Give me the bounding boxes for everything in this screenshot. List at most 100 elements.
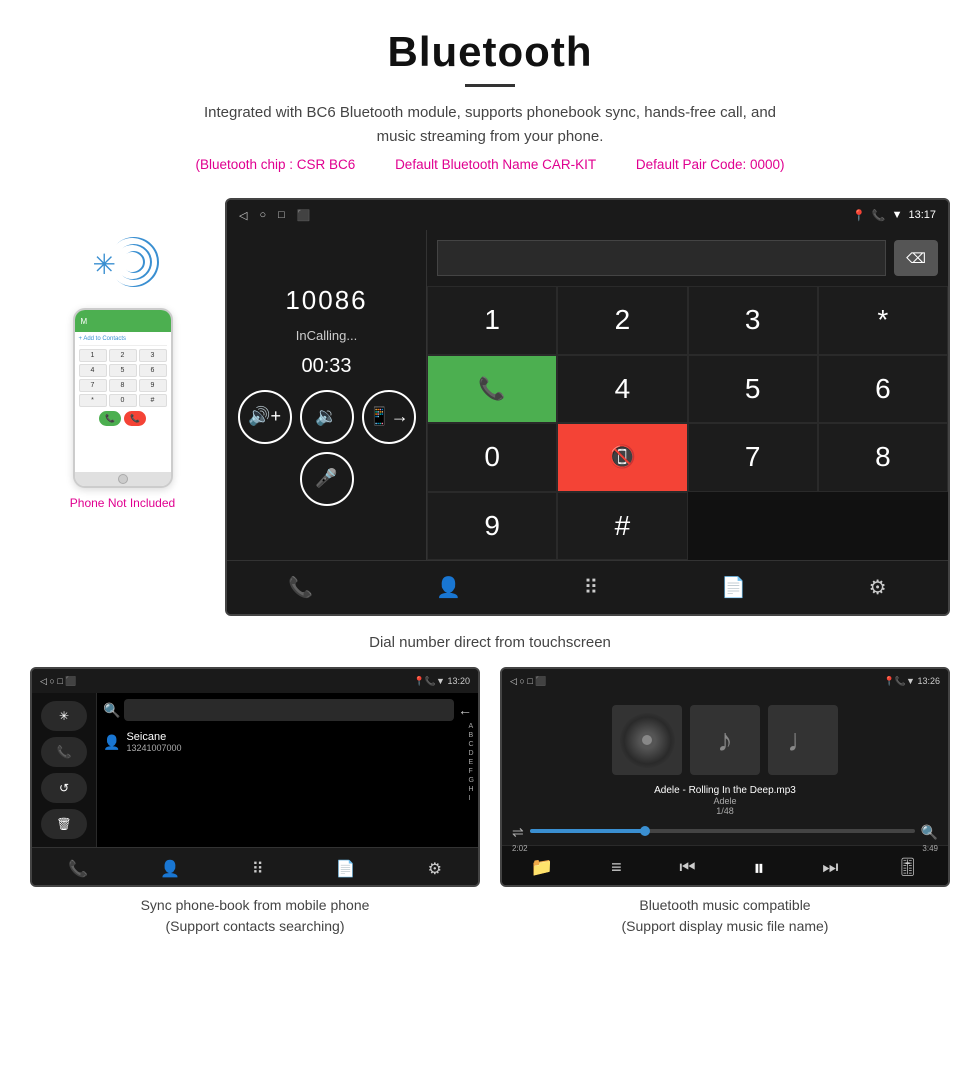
- music-total-time: 3:49: [922, 844, 938, 853]
- phone-add-contact: + Add to Contacts: [79, 336, 167, 346]
- mute-button[interactable]: 🎤: [300, 452, 354, 506]
- bottom-sms-icon[interactable]: 📄: [721, 575, 746, 600]
- music-info: Adele - Rolling In the Deep.mp3 Adele 1/…: [502, 781, 948, 820]
- pb-contact-name: Seicane: [126, 731, 181, 743]
- header-specs: (Bluetooth chip : CSR BC6 Default Blueto…: [40, 157, 940, 172]
- music-playlist-icon[interactable]: ≡: [611, 857, 622, 878]
- call-button[interactable]: 📞: [427, 355, 557, 424]
- phone-key-1: 1: [79, 349, 107, 362]
- music-status-bar: ◁ ○ □ ⬛ 📍📞▼ 13:26: [502, 669, 948, 693]
- music-shuffle-search-row: ⇌ 🔍: [512, 824, 938, 841]
- car-dial-area: 10086 InCalling... 00:33 🔊+ 🔉 📱→ 🎤 ⌫ 1 2: [227, 230, 948, 560]
- bt-icon-btn[interactable]: ✳: [41, 701, 87, 731]
- music-track-name: Adele - Rolling In the Deep.mp3: [502, 785, 948, 796]
- phone-key-3: 3: [139, 349, 167, 362]
- key-7[interactable]: 7: [688, 423, 818, 492]
- key-star[interactable]: *: [818, 286, 948, 355]
- pb-sidebar: ✳ 📞 ↺ 🗑: [32, 693, 97, 847]
- music-album-row: ♪ ♩: [502, 693, 948, 781]
- music-progress-dot: [640, 826, 650, 836]
- wifi-icon: ▼: [892, 209, 903, 221]
- phone-key-8: 8: [109, 379, 137, 392]
- phone-call-button: 📞: [99, 411, 121, 426]
- music-next-icon[interactable]: ⏭: [822, 857, 838, 878]
- pb-bottom-bar: 📞 👤 ⠿ 📄 ⚙: [32, 847, 478, 887]
- pb-bottom-phone-icon[interactable]: 📞: [68, 859, 88, 879]
- main-content-area: ✳ M + Add to Contacts 1 2 3 4 5 6: [0, 188, 980, 626]
- phone-signal-icon: 📞: [872, 209, 886, 222]
- pb-bottom-sms-icon[interactable]: 📄: [336, 859, 356, 879]
- pb-call-btn[interactable]: 📞: [41, 737, 87, 767]
- title-divider: [465, 84, 515, 87]
- pb-contact-avatar-icon: 👤: [103, 734, 120, 751]
- pb-bottom-settings-icon[interactable]: ⚙: [428, 859, 442, 879]
- phone-end-button: 📞: [124, 411, 146, 426]
- key-8[interactable]: 8: [818, 423, 948, 492]
- key-9[interactable]: 9: [427, 492, 557, 561]
- key-0[interactable]: 0: [427, 423, 557, 492]
- pb-contact-info: Seicane 13241007000: [126, 731, 181, 753]
- phone-illustration: ✳ M + Add to Contacts 1 2 3 4 5 6: [30, 198, 215, 510]
- volume-down-button[interactable]: 🔉: [300, 390, 354, 444]
- clock: 13:17: [908, 209, 936, 221]
- pb-delete-btn[interactable]: 🗑: [41, 809, 87, 839]
- key-1[interactable]: 1: [427, 286, 557, 355]
- keypad-panel: ⌫ 1 2 3 * 📞 4 5 6 0 📵 7 8 9 #: [427, 230, 948, 560]
- phonebook-caption: Sync phone-book from mobile phone(Suppor…: [30, 895, 480, 937]
- music-track-count: 1/48: [502, 806, 948, 816]
- backspace-button[interactable]: ⌫: [894, 240, 938, 276]
- phone-carrier: M: [81, 317, 88, 326]
- bottom-phone-icon[interactable]: 📞: [288, 575, 313, 600]
- phone-key-star: *: [79, 394, 107, 407]
- phone-keypad: 1 2 3 4 5 6 7 8 9 * 0 #: [79, 349, 167, 407]
- album-disc-left: [620, 713, 675, 768]
- phone-call-buttons: 📞 📞: [79, 411, 167, 426]
- music-caption: Bluetooth music compatible(Support displ…: [500, 895, 950, 937]
- car-bottom-bar: 📞 👤 ⠿ 📄 ⚙: [227, 560, 948, 614]
- music-search-icon[interactable]: 🔍: [921, 824, 938, 841]
- pb-back-icon: ←: [458, 702, 472, 718]
- music-note-icon-2: ♩: [787, 722, 819, 759]
- key-4[interactable]: 4: [557, 355, 687, 424]
- pb-bottom-dialpad-icon[interactable]: ⠿: [252, 859, 264, 879]
- music-play-icon[interactable]: ⏸: [753, 855, 764, 881]
- phone-key-5: 5: [109, 364, 137, 377]
- pb-bottom-contacts-icon[interactable]: 👤: [160, 859, 180, 879]
- key-3[interactable]: 3: [688, 286, 818, 355]
- pb-sync-btn[interactable]: ↺: [41, 773, 87, 803]
- key-2[interactable]: 2: [557, 286, 687, 355]
- phonebook-body: ✳ 📞 ↺ 🗑 🔍 ← 👤 Seicane 132: [32, 693, 478, 847]
- bottom-dialpad-icon[interactable]: ⠿: [584, 575, 599, 600]
- spec-name: Default Bluetooth Name CAR-KIT: [395, 157, 596, 172]
- music-equalizer-icon[interactable]: 🎚: [896, 857, 919, 878]
- spec-code: Default Pair Code: 0000): [636, 157, 785, 172]
- music-prev-icon[interactable]: ⏮: [679, 857, 695, 878]
- pb-search-icon: 🔍: [103, 702, 120, 719]
- key-hash[interactable]: #: [557, 492, 687, 561]
- key-6[interactable]: 6: [818, 355, 948, 424]
- music-nav-icons: ◁ ○ □ ⬛: [510, 676, 547, 687]
- phone-key-0: 0: [109, 394, 137, 407]
- bluetooth-wave-graphic: ✳: [83, 228, 163, 298]
- nav-back-icon: ◁: [239, 209, 247, 222]
- end-call-button[interactable]: 📵: [557, 423, 687, 492]
- spec-chip: (Bluetooth chip : CSR BC6: [195, 157, 355, 172]
- phone-screen: + Add to Contacts 1 2 3 4 5 6 7 8 9 * 0 …: [75, 332, 171, 472]
- bottom-settings-icon[interactable]: ⚙: [869, 575, 887, 600]
- status-bar-right: 📍 📞 ▼ 13:17: [852, 209, 936, 222]
- volume-up-button[interactable]: 🔊+: [238, 390, 292, 444]
- music-folder-icon[interactable]: 📁: [531, 857, 553, 878]
- bottom-contacts-icon[interactable]: 👤: [436, 575, 461, 600]
- dial-status: InCalling...: [296, 328, 357, 343]
- phone-key-hash: #: [139, 394, 167, 407]
- music-progress-fill: [530, 829, 645, 833]
- pb-search-bar[interactable]: [124, 699, 454, 721]
- dial-info-panel: 10086 InCalling... 00:33 🔊+ 🔉 📱→ 🎤: [227, 230, 427, 560]
- transfer-call-button[interactable]: 📱→: [362, 390, 416, 444]
- location-icon: 📍: [852, 209, 866, 222]
- phone-status-bar: M: [75, 310, 171, 332]
- bottom-row: ◁ ○ □ ⬛ 📍📞▼ 13:20 ✳ 📞 ↺ 🗑 🔍 ←: [0, 667, 980, 957]
- phone-key-4: 4: [79, 364, 107, 377]
- music-shuffle-icon[interactable]: ⇌: [512, 824, 524, 841]
- key-5[interactable]: 5: [688, 355, 818, 424]
